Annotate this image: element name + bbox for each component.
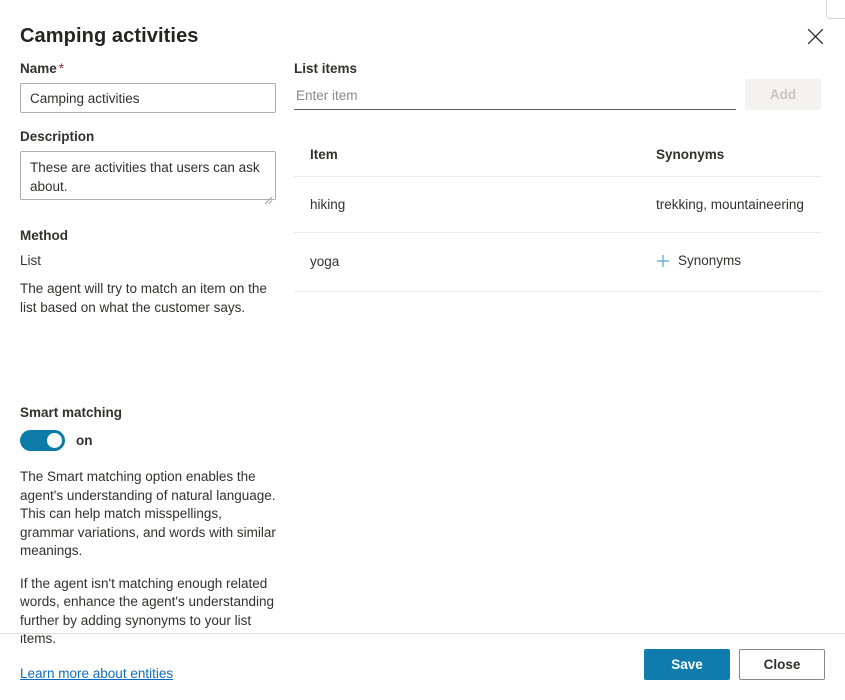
save-button[interactable]: Save — [644, 649, 730, 680]
close-icon — [807, 28, 824, 45]
add-synonyms-label: Synonyms — [678, 253, 742, 268]
description-textarea[interactable] — [20, 151, 276, 200]
entity-details-column: Name* Description Method List The agent … — [20, 60, 276, 683]
smart-matching-state: on — [76, 432, 93, 448]
cell-synonyms: trekking, mountaineering — [640, 176, 821, 233]
toggle-knob — [47, 433, 62, 448]
list-items-label: List items — [294, 61, 358, 76]
table-header-row: Item Synonyms — [294, 147, 821, 177]
add-item-row: Add — [294, 79, 821, 110]
required-marker: * — [58, 61, 65, 76]
smart-matching-paragraph-2: If the agent isn't matching enough relat… — [20, 575, 275, 647]
method-help-text: The agent will try to match an item on t… — [20, 281, 267, 315]
smart-matching-paragraph-1: The Smart matching option enables the ag… — [20, 469, 276, 558]
list-items-table: Item Synonyms hiking trekking, mountaine… — [294, 147, 821, 292]
description-field-label: Description — [20, 129, 95, 144]
list-item-input[interactable] — [294, 84, 736, 110]
method-label: Method — [20, 228, 68, 243]
column-header-synonyms: Synonyms — [640, 147, 821, 177]
close-button[interactable] — [799, 20, 831, 52]
table-row[interactable]: hiking trekking, mountaineering — [294, 176, 821, 233]
add-synonyms-button[interactable]: Synonyms — [656, 253, 741, 268]
smart-matching-toggle-row: on — [20, 430, 276, 451]
cell-item: yoga — [294, 232, 640, 292]
name-input[interactable] — [20, 83, 276, 113]
learn-more-link[interactable]: Learn more about entities — [20, 665, 173, 683]
list-items-column: List items Add Item Synonyms hiking trek… — [294, 60, 821, 292]
method-value: List — [20, 253, 42, 268]
dialog-corner-edge — [826, 0, 845, 19]
add-item-button[interactable]: Add — [745, 79, 821, 110]
entity-editor-dialog: Camping activities Name* Description Met… — [0, 0, 845, 700]
footer-actions: Save Close — [644, 649, 825, 680]
footer-divider — [0, 633, 845, 634]
plus-icon — [656, 254, 670, 268]
page-title: Camping activities — [20, 25, 199, 47]
smart-matching-toggle[interactable] — [20, 430, 65, 451]
name-label-text: Name — [20, 61, 57, 76]
cell-item: hiking — [294, 176, 640, 233]
close-footer-button[interactable]: Close — [739, 649, 825, 680]
table-row[interactable]: yoga Synonyms — [294, 232, 821, 292]
cell-synonyms: Synonyms — [640, 232, 821, 292]
column-header-item: Item — [294, 147, 640, 177]
name-field-label: Name * — [20, 60, 276, 78]
description-field-wrap — [20, 151, 276, 205]
smart-matching-label: Smart matching — [20, 405, 123, 420]
